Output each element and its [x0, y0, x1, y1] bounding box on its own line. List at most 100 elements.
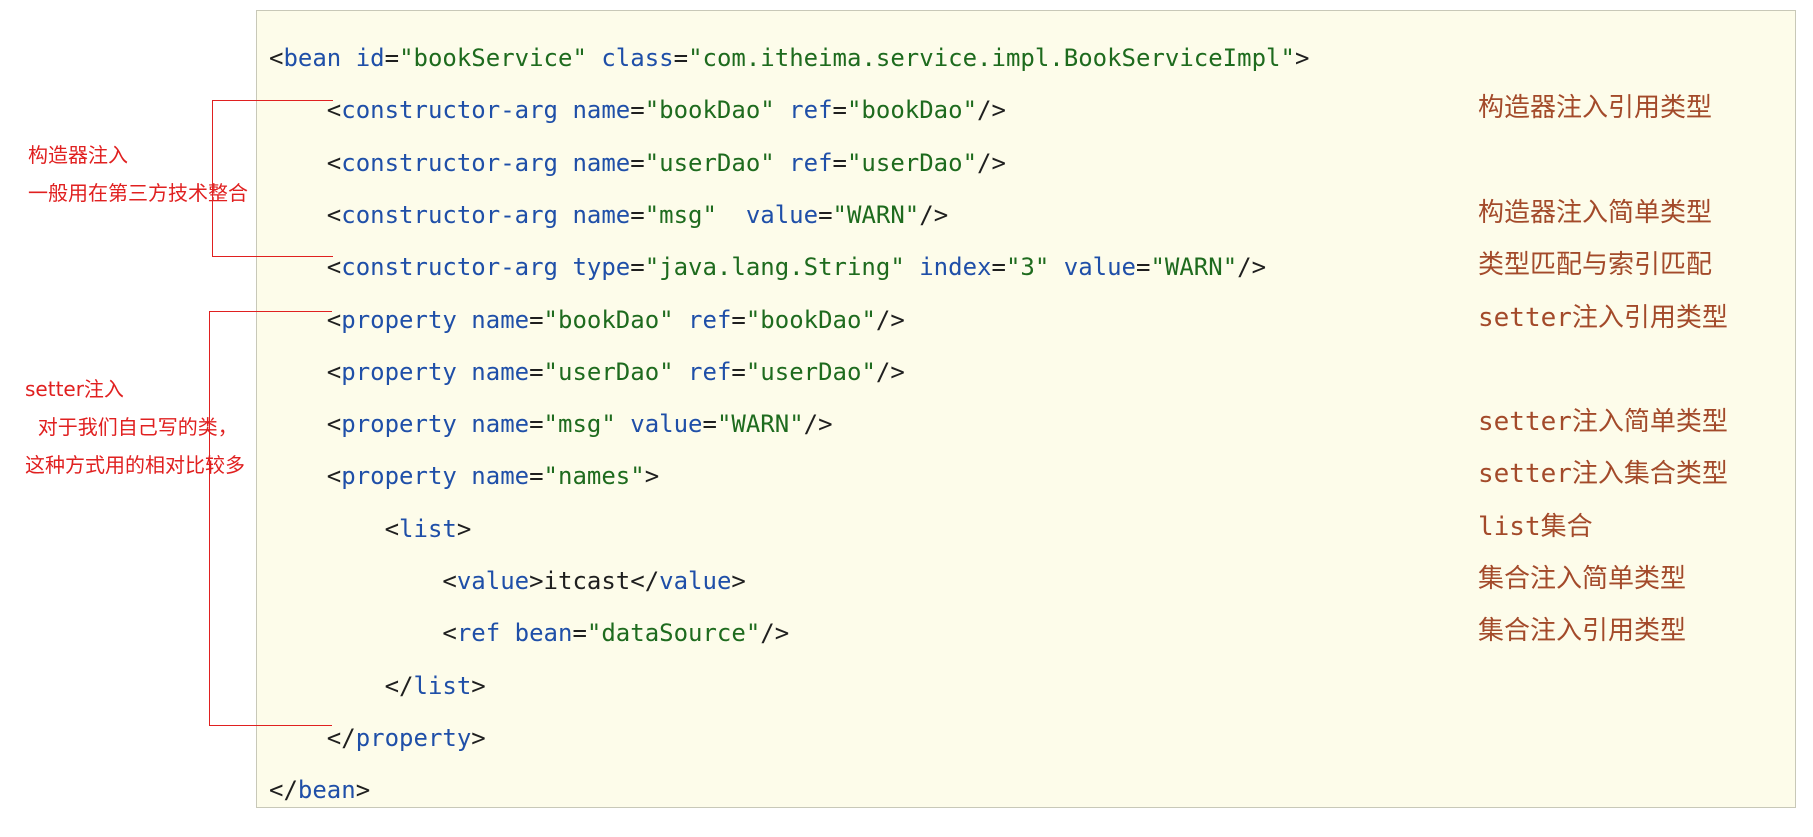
code-line: <constructor-arg name="userDao" ref="use…	[269, 148, 1006, 178]
code-token: </	[269, 723, 356, 752]
code-token: =	[731, 305, 746, 334]
code-token: "userDao"	[846, 148, 978, 177]
code-token: value	[716, 200, 819, 229]
code-token: "WARN"	[832, 200, 920, 229]
code-line: <property name="msg" value="WARN"/>	[269, 409, 833, 439]
code-line: <property name="bookDao" ref="bookDao"/>	[269, 305, 905, 335]
constructor-bracket	[212, 100, 333, 257]
code-token: "bookDao"	[543, 305, 674, 334]
code-token: property	[341, 410, 472, 439]
code-token: value	[615, 410, 703, 439]
code-token: name	[572, 148, 631, 177]
code-token: />	[875, 305, 905, 334]
code-token: =	[529, 410, 544, 439]
code-token: =	[630, 253, 645, 282]
annotation-label: 构造器注入引用类型	[1478, 93, 1713, 124]
annotation-label: list集合	[1478, 511, 1593, 542]
code-token: />	[1237, 253, 1267, 282]
code-token: class	[586, 44, 674, 72]
setter-note-title: setter注入	[25, 377, 124, 401]
code-token: type	[572, 253, 631, 282]
setter-note-desc-1: 对于我们自己写的类，	[25, 415, 238, 439]
code-token: >	[471, 671, 486, 700]
code-token: constructor-arg	[341, 200, 573, 229]
code-token: constructor-arg	[341, 253, 573, 282]
code-token: />	[760, 619, 790, 648]
code-line: <constructor-arg name="bookDao" ref="boo…	[269, 95, 1006, 125]
code-token: "userDao"	[543, 357, 674, 386]
annotation-label: setter注入集合类型	[1478, 459, 1728, 490]
code-token: />	[803, 410, 833, 439]
code-token: =	[630, 200, 645, 229]
code-token: name	[572, 96, 631, 125]
code-token: =	[630, 96, 645, 125]
code-token: list	[413, 671, 472, 700]
code-token: />	[977, 96, 1006, 125]
code-token: "3"	[1005, 253, 1050, 282]
code-token: ref	[673, 305, 732, 334]
code-token: name	[471, 357, 530, 386]
code-line: <value>itcast</value>	[269, 566, 745, 596]
code-line: <bean id="bookService" class="com.itheim…	[269, 43, 1309, 73]
code-token: ref	[774, 96, 833, 125]
code-token: value	[659, 567, 732, 595]
code-line: </property>	[269, 723, 486, 753]
code-token: bean	[283, 44, 356, 72]
code-token: "bookDao"	[846, 96, 978, 125]
code-token: "names"	[543, 462, 645, 491]
code-token: "com.itheima.service.impl.BookServiceImp…	[688, 44, 1295, 72]
code-token: =	[529, 462, 544, 491]
code-token: property	[341, 462, 472, 491]
code-token: name	[471, 410, 530, 439]
code-line: <property name="userDao" ref="userDao"/>	[269, 357, 905, 387]
code-token: property	[341, 357, 472, 386]
code-token: "userDao"	[745, 357, 876, 386]
code-token: />	[919, 200, 949, 229]
code-token: >	[355, 776, 371, 805]
annotation-label: 构造器注入简单类型	[1478, 197, 1713, 228]
code-line: <constructor-arg name="msg" value="WARN"…	[269, 200, 948, 230]
code-token: name	[471, 462, 530, 491]
code-token: <	[269, 253, 342, 282]
code-token: ref	[456, 619, 515, 648]
code-token: constructor-arg	[341, 96, 573, 125]
code-line: <ref bean="dataSource"/>	[269, 618, 789, 648]
code-token: bean	[514, 619, 573, 648]
code-token: </	[630, 567, 660, 595]
annotation-label: setter注入简单类型	[1478, 407, 1728, 438]
code-token: "dataSource"	[586, 619, 761, 648]
code-token: =	[529, 305, 544, 334]
code-token: itcast	[543, 567, 631, 595]
annotation-label: 集合注入简单类型	[1478, 564, 1687, 594]
constructor-note-title: 构造器注入	[28, 143, 128, 167]
code-token: =	[572, 619, 587, 648]
code-token: =	[702, 410, 717, 439]
code-token: constructor-arg	[341, 148, 573, 177]
code-token: "bookDao"	[644, 96, 775, 125]
code-token: "msg"	[543, 410, 616, 439]
code-token: =	[630, 148, 645, 177]
code-token: bean	[297, 776, 356, 805]
code-token: >	[456, 514, 472, 543]
code-token: >	[1294, 44, 1310, 72]
code-token: value	[456, 567, 530, 595]
setter-bracket	[209, 311, 332, 726]
code-token: />	[977, 148, 1006, 177]
code-line: </bean>	[269, 775, 370, 805]
code-token: list	[399, 514, 457, 543]
code-token: ref	[673, 357, 732, 386]
code-token: =	[832, 148, 847, 177]
code-line: <constructor-arg type="java.lang.String"…	[269, 252, 1266, 282]
code-token: =	[384, 44, 400, 72]
code-token: =	[991, 253, 1006, 282]
code-token: "userDao"	[644, 148, 775, 177]
code-token: value	[1049, 253, 1136, 282]
code-token: property	[341, 305, 472, 334]
code-token: =	[529, 357, 544, 386]
code-token: property	[355, 723, 472, 752]
code-token: index	[904, 253, 992, 282]
code-token: =	[1136, 253, 1151, 282]
annotation-label: 集合注入引用类型	[1478, 616, 1687, 647]
code-token: <	[269, 44, 284, 72]
code-token: name	[572, 200, 631, 229]
